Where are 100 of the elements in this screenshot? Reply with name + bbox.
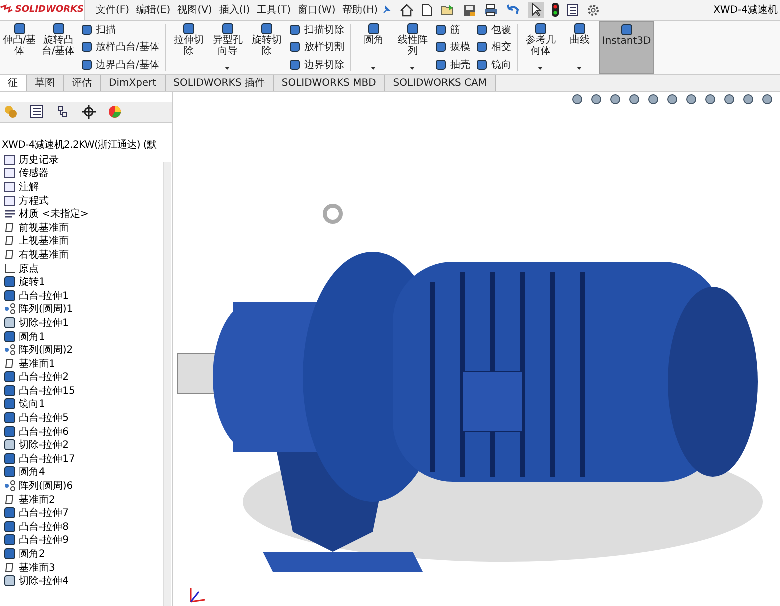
ribbon-button[interactable]: 放样切割 bbox=[286, 40, 348, 54]
tree-item[interactable]: 阵列(圆周)1 bbox=[0, 302, 162, 316]
save-icon[interactable] bbox=[463, 4, 476, 16]
tree-item[interactable]: 历史记录 bbox=[0, 153, 162, 167]
tree-item[interactable]: 上视基准面 bbox=[0, 234, 162, 248]
ribbon-button[interactable]: Instant3D bbox=[599, 21, 654, 74]
boss-icon bbox=[4, 412, 16, 424]
menu-item[interactable]: 视图(V) bbox=[174, 3, 216, 17]
ribbon-button[interactable]: 边界凸台/基体 bbox=[78, 58, 162, 72]
tree-item[interactable]: 右视基准面 bbox=[0, 248, 162, 262]
appearance-icon[interactable] bbox=[108, 105, 122, 119]
configuration-icon[interactable] bbox=[56, 105, 70, 119]
list-icon[interactable] bbox=[567, 4, 580, 16]
ribbon-button[interactable]: 圆角 bbox=[354, 21, 394, 74]
tree-item[interactable]: 注解 bbox=[0, 180, 162, 194]
command-tab[interactable]: SOLIDWORKS MBD bbox=[274, 75, 386, 91]
plane-icon bbox=[4, 248, 16, 261]
ribbon-button[interactable]: 旋转切除 bbox=[247, 21, 286, 74]
caret-icon[interactable] bbox=[410, 67, 416, 70]
tree-item[interactable]: 前视基准面 bbox=[0, 220, 162, 235]
caret-icon[interactable] bbox=[371, 67, 376, 70]
tree-item[interactable]: 阵列(圆周)6 bbox=[0, 479, 162, 493]
tree-item[interactable]: 凸台-拉伸17 bbox=[0, 452, 162, 466]
ribbon-button[interactable]: 旋转凸台/基体 bbox=[39, 21, 78, 74]
tree-item[interactable]: 凸台-拉伸5 bbox=[0, 411, 162, 425]
select-pointer-icon[interactable] bbox=[528, 2, 544, 18]
tree-item[interactable]: 镜向1 bbox=[0, 398, 162, 412]
command-tab[interactable]: DimXpert bbox=[101, 75, 166, 91]
tree-item[interactable]: 凸台-拉伸15 bbox=[0, 384, 162, 398]
tree-item[interactable]: 原点 bbox=[0, 262, 162, 276]
settings-icon[interactable] bbox=[587, 4, 600, 16]
ribbon-button[interactable]: 异型孔向导 bbox=[208, 21, 248, 74]
command-tab[interactable]: 征 bbox=[0, 75, 27, 91]
menu-item[interactable]: 编辑(E) bbox=[134, 3, 174, 17]
tree-item[interactable]: 切除-拉伸1 bbox=[0, 316, 162, 330]
ribbon-button[interactable]: 线性阵列 bbox=[393, 21, 432, 74]
menu-item[interactable]: 工具(T) bbox=[254, 3, 294, 17]
ribbon-button[interactable]: 抽壳 bbox=[432, 58, 474, 72]
ribbon-button[interactable]: 扫描切除 bbox=[286, 22, 348, 37]
traffic-light-icon[interactable] bbox=[552, 3, 560, 17]
caret-icon[interactable] bbox=[577, 67, 582, 70]
command-tab[interactable]: 草图 bbox=[27, 75, 64, 91]
command-tab[interactable]: 评估 bbox=[64, 75, 101, 91]
print-icon[interactable] bbox=[484, 4, 498, 16]
ribbon-button[interactable]: 包覆 bbox=[473, 22, 514, 37]
menu-item[interactable]: 窗口(W) bbox=[295, 3, 339, 17]
new-document-icon[interactable] bbox=[422, 4, 434, 16]
tree-item[interactable]: 凸台-拉伸6 bbox=[0, 424, 162, 438]
caret-icon[interactable] bbox=[538, 67, 544, 70]
tree-item[interactable]: 凸台-拉伸1 bbox=[0, 288, 162, 303]
origin-icon bbox=[4, 262, 16, 275]
command-tab[interactable]: SOLIDWORKS 插件 bbox=[166, 75, 274, 91]
tree-item[interactable]: 基准面1 bbox=[0, 356, 162, 370]
ribbon-button[interactable]: 拉伸切除 bbox=[169, 21, 208, 74]
crosshair-icon[interactable] bbox=[82, 105, 96, 119]
menu-item[interactable]: 帮助(H) bbox=[340, 3, 382, 17]
tree-root-label[interactable]: XWD-4减速机2.2KW(浙江通达) (默 bbox=[0, 139, 157, 153]
scrollbar[interactable] bbox=[163, 162, 171, 606]
ribbon-button[interactable]: 筋 bbox=[432, 22, 474, 37]
tree-item[interactable]: 方程式 bbox=[0, 194, 162, 208]
home-icon[interactable] bbox=[400, 4, 414, 16]
menu-item[interactable]: 插入(I) bbox=[216, 3, 254, 17]
tree-item[interactable]: 圆角4 bbox=[0, 466, 162, 480]
tree-item[interactable]: 凸台-拉伸8 bbox=[0, 520, 162, 534]
plane-icon bbox=[4, 222, 16, 234]
tree-item[interactable]: 传感器 bbox=[0, 166, 162, 180]
sensor-icon bbox=[4, 167, 16, 180]
ribbon-button[interactable]: 参考几何体 bbox=[521, 21, 560, 74]
feature-icon bbox=[476, 41, 488, 54]
ribbon-button[interactable]: 边界切除 bbox=[286, 58, 348, 72]
menu-item[interactable]: 文件(F) bbox=[93, 3, 133, 17]
tree-item[interactable]: 凸台-拉伸9 bbox=[0, 534, 162, 548]
tree-item[interactable]: 圆角1 bbox=[0, 330, 162, 344]
material-icon bbox=[4, 208, 16, 220]
tree-item[interactable]: 圆角2 bbox=[0, 547, 162, 561]
ribbon-button[interactable]: 镜向 bbox=[473, 58, 514, 72]
command-tab[interactable]: SOLIDWORKS CAM bbox=[385, 75, 496, 91]
ribbon-button[interactable]: 扫描 bbox=[78, 22, 162, 37]
open-folder-icon[interactable] bbox=[441, 4, 456, 16]
tree-item[interactable]: 切除-拉伸4 bbox=[0, 574, 162, 588]
pin-icon[interactable] bbox=[382, 5, 392, 15]
ribbon-button[interactable]: 伸凸/基体 bbox=[0, 21, 39, 74]
tree-item[interactable]: 凸台-拉伸7 bbox=[0, 506, 162, 520]
undo-icon[interactable] bbox=[506, 4, 520, 16]
window-title: XWD-4减速机 bbox=[714, 4, 779, 17]
tree-item[interactable]: 阵列(圆周)2 bbox=[0, 343, 162, 357]
tree-item[interactable]: 切除-拉伸2 bbox=[0, 438, 162, 452]
tree-item[interactable]: 基准面3 bbox=[0, 560, 162, 574]
ribbon-button[interactable]: 曲线 bbox=[560, 21, 600, 74]
tree-item[interactable]: 旋转1 bbox=[0, 275, 162, 289]
feature-icon bbox=[435, 59, 448, 72]
tree-item[interactable]: 基准面2 bbox=[0, 492, 162, 506]
tree-item[interactable]: 凸台-拉伸2 bbox=[0, 370, 162, 384]
ribbon-button[interactable]: 放样凸台/基体 bbox=[78, 40, 162, 54]
ribbon-button[interactable]: 相交 bbox=[473, 40, 514, 54]
property-list-icon[interactable] bbox=[30, 105, 44, 119]
caret-icon[interactable] bbox=[225, 67, 230, 70]
feature-icon bbox=[476, 59, 488, 72]
ribbon-button[interactable]: 拔模 bbox=[432, 40, 474, 54]
tree-item[interactable]: 材质 <未指定> bbox=[0, 207, 162, 221]
